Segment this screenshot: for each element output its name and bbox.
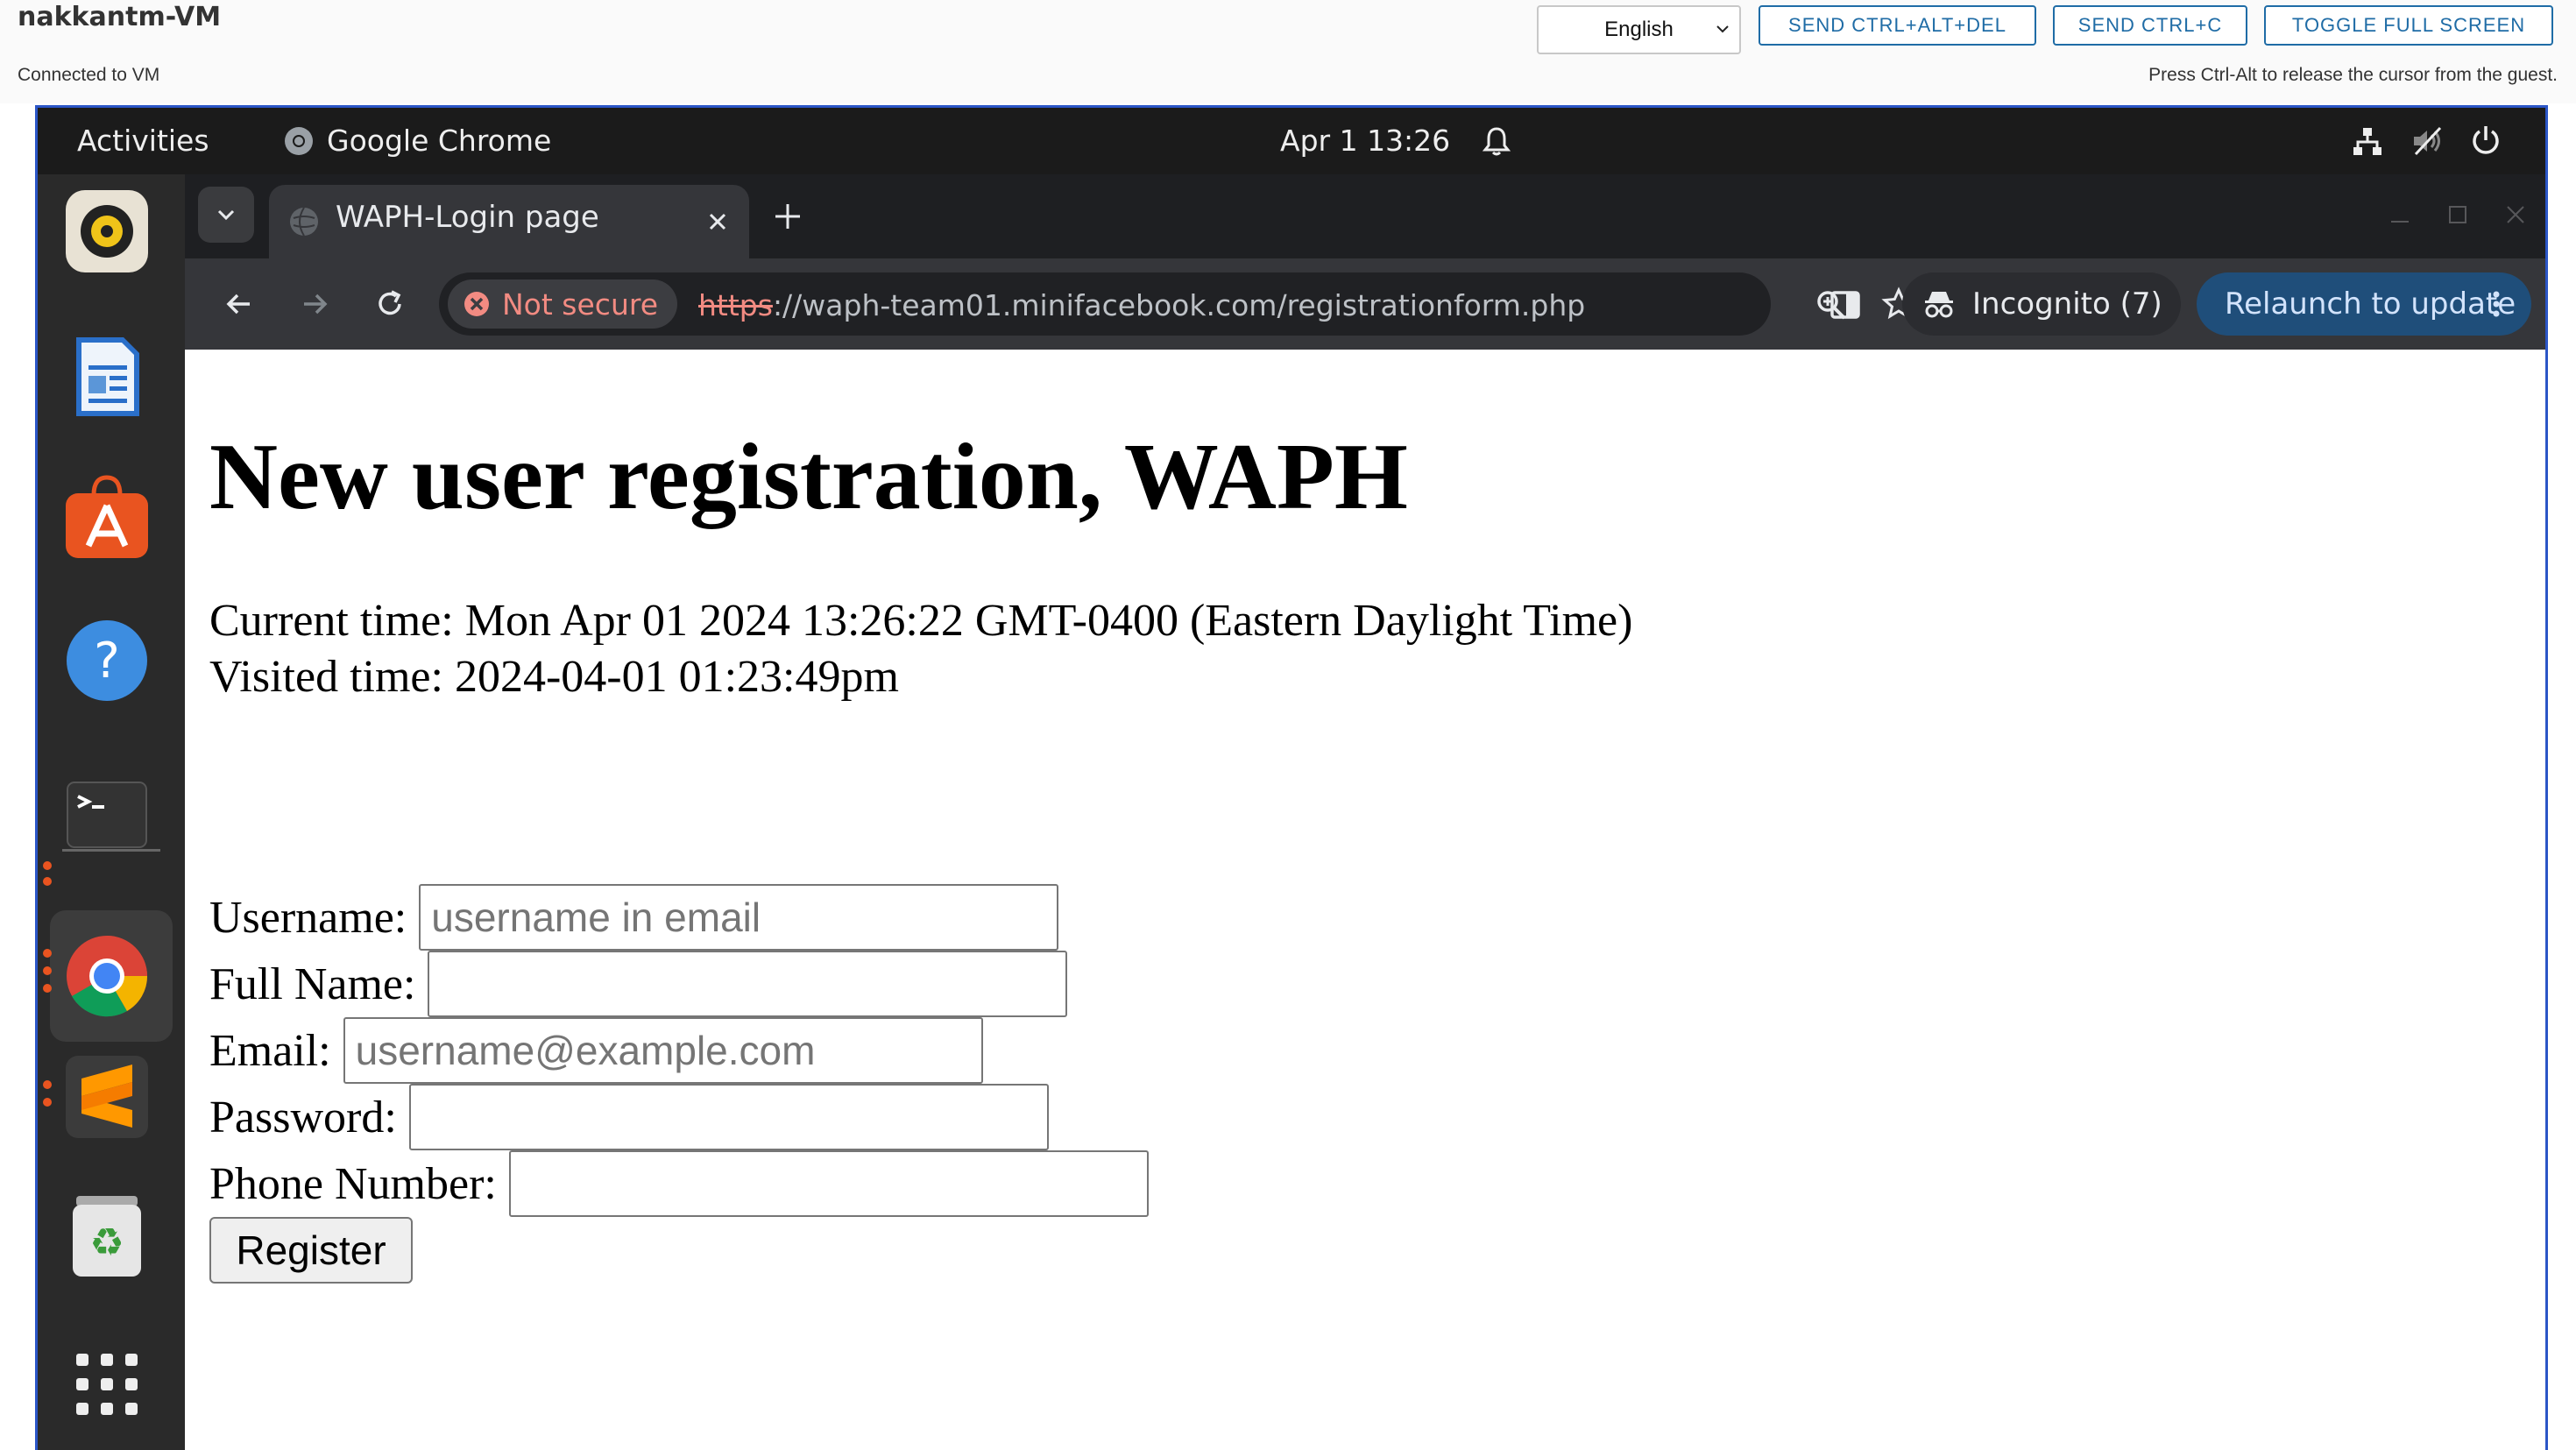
running-indicator bbox=[43, 1098, 52, 1107]
show-apps-icon[interactable] bbox=[62, 1340, 152, 1429]
running-indicator bbox=[43, 949, 52, 958]
fullname-input[interactable] bbox=[428, 951, 1068, 1017]
vm-console-header: nakkantm-VM Connected to VM English SEND… bbox=[0, 0, 2576, 103]
incognito-icon bbox=[1925, 292, 1953, 318]
username-label: Username: bbox=[209, 892, 407, 943]
url-path: ://waph-team01.minifacebook.com/registra… bbox=[772, 288, 1586, 322]
back-arrow-icon[interactable] bbox=[222, 286, 257, 322]
security-chip[interactable]: Not secure bbox=[448, 279, 677, 329]
incognito-chip[interactable]: Incognito (7) bbox=[1902, 272, 2181, 336]
register-button[interactable]: Register bbox=[209, 1217, 413, 1284]
tab-strip: WAPH-Login page bbox=[185, 174, 2545, 258]
sublime-text-icon[interactable] bbox=[62, 1052, 152, 1142]
forward-arrow-icon[interactable] bbox=[297, 286, 332, 322]
tab-waph-login[interactable]: WAPH-Login page bbox=[269, 185, 749, 258]
current-time-text: Current time: Mon Apr 01 2024 13:26:22 G… bbox=[209, 596, 1633, 646]
running-indicator bbox=[43, 1080, 52, 1089]
password-label: Password: bbox=[209, 1092, 397, 1142]
help-icon[interactable]: ? bbox=[62, 616, 152, 705]
chevron-down-icon bbox=[1716, 25, 1729, 33]
vm-connection-status: Connected to VM bbox=[18, 65, 160, 85]
address-bar[interactable]: Not secure https://waph-team01.minifaceb… bbox=[439, 272, 1916, 336]
chevron-down-icon bbox=[217, 209, 235, 221]
language-select[interactable]: English bbox=[1537, 5, 1741, 54]
phone-label: Phone Number: bbox=[209, 1158, 497, 1209]
chrome-icon[interactable] bbox=[62, 931, 152, 1021]
terminal-icon[interactable] bbox=[62, 770, 152, 859]
fullname-label: Full Name: bbox=[209, 958, 416, 1009]
password-input[interactable] bbox=[408, 1084, 1049, 1150]
trash-icon[interactable]: ♻ bbox=[62, 1191, 152, 1280]
security-label: Not secure bbox=[502, 286, 659, 322]
chrome-small-icon bbox=[285, 126, 313, 155]
volume-muted-icon[interactable] bbox=[2410, 124, 2444, 158]
running-indicator bbox=[43, 861, 52, 870]
browser-toolbar: Not secure https://waph-team01.minifaceb… bbox=[185, 258, 2545, 350]
globe-icon bbox=[290, 207, 318, 237]
language-select-value: English bbox=[1604, 18, 1674, 41]
password-row: Password: bbox=[209, 1084, 1049, 1150]
fullname-row: Full Name: bbox=[209, 951, 1068, 1017]
running-indicator bbox=[43, 984, 52, 993]
activities-button[interactable]: Activities bbox=[77, 124, 209, 158]
chrome-window: WAPH-Login page Not secure https://waph-… bbox=[185, 174, 2545, 1450]
maximize-icon[interactable] bbox=[2445, 202, 2470, 227]
focused-app-menu[interactable]: Google Chrome bbox=[283, 124, 551, 158]
toggle-fullscreen-button[interactable]: TOGGLE FULL SCREEN bbox=[2264, 5, 2553, 46]
release-cursor-hint: Press Ctrl-Alt to release the cursor fro… bbox=[2148, 65, 2558, 85]
window-close-icon[interactable] bbox=[2503, 202, 2528, 227]
email-input[interactable] bbox=[343, 1017, 983, 1084]
relaunch-label: Relaunch to update bbox=[2225, 286, 2516, 322]
side-panel-icon[interactable] bbox=[1829, 288, 1862, 322]
ubuntu-top-bar: Activities Google Chrome Apr 1 13:26 bbox=[38, 108, 2545, 174]
close-icon[interactable] bbox=[704, 208, 732, 236]
username-input[interactable] bbox=[419, 884, 1059, 951]
svg-text:?: ? bbox=[94, 633, 120, 690]
page-title: New user registration, WAPH bbox=[209, 425, 1408, 529]
relaunch-to-update-button[interactable]: Relaunch to update bbox=[2197, 272, 2531, 336]
rhythmbox-icon[interactable] bbox=[62, 187, 152, 276]
visited-time-text: Visited time: 2024-04-01 01:23:49pm bbox=[209, 652, 899, 702]
incognito-label: Incognito (7) bbox=[1972, 286, 2162, 322]
reload-icon[interactable] bbox=[372, 286, 407, 322]
power-icon[interactable] bbox=[2468, 123, 2503, 158]
url-text[interactable]: https://waph-team01.minifacebook.com/reg… bbox=[698, 288, 1585, 322]
writer-icon[interactable] bbox=[62, 332, 152, 421]
phone-input[interactable] bbox=[508, 1150, 1149, 1217]
network-icon[interactable] bbox=[2351, 124, 2384, 158]
warning-icon bbox=[464, 292, 489, 316]
focused-app-label: Google Chrome bbox=[327, 124, 552, 158]
web-page: New user registration, WAPH Current time… bbox=[185, 350, 2545, 1450]
minimize-icon[interactable] bbox=[2388, 202, 2412, 227]
ubuntu-dock: ? ♻ bbox=[38, 174, 185, 1450]
running-indicator bbox=[43, 877, 52, 886]
running-indicator bbox=[43, 966, 52, 975]
tab-search-button[interactable] bbox=[198, 187, 254, 243]
svg-text:♻: ♻ bbox=[89, 1220, 124, 1265]
more-vert-icon[interactable] bbox=[2480, 288, 2512, 320]
vm-title: nakkantm-VM bbox=[18, 2, 222, 32]
send-ctrl-c-button[interactable]: SEND CTRL+C bbox=[2053, 5, 2247, 46]
username-row: Username: bbox=[209, 884, 1059, 951]
bell-icon[interactable] bbox=[1479, 124, 1514, 159]
url-scheme: https bbox=[698, 288, 773, 322]
email-label: Email: bbox=[209, 1025, 331, 1076]
clock[interactable]: Apr 1 13:26 bbox=[1280, 124, 1450, 158]
tab-title: WAPH-Login page bbox=[336, 200, 599, 235]
email-row: Email: bbox=[209, 1017, 983, 1084]
send-ctrl-alt-del-button[interactable]: SEND CTRL+ALT+DEL bbox=[1759, 5, 2036, 46]
app-center-icon[interactable] bbox=[62, 472, 152, 562]
plus-icon[interactable] bbox=[770, 199, 805, 234]
vm-screen[interactable]: Activities Google Chrome Apr 1 13:26 ? ♻ bbox=[35, 105, 2548, 1450]
phone-row: Phone Number: bbox=[209, 1150, 1149, 1217]
